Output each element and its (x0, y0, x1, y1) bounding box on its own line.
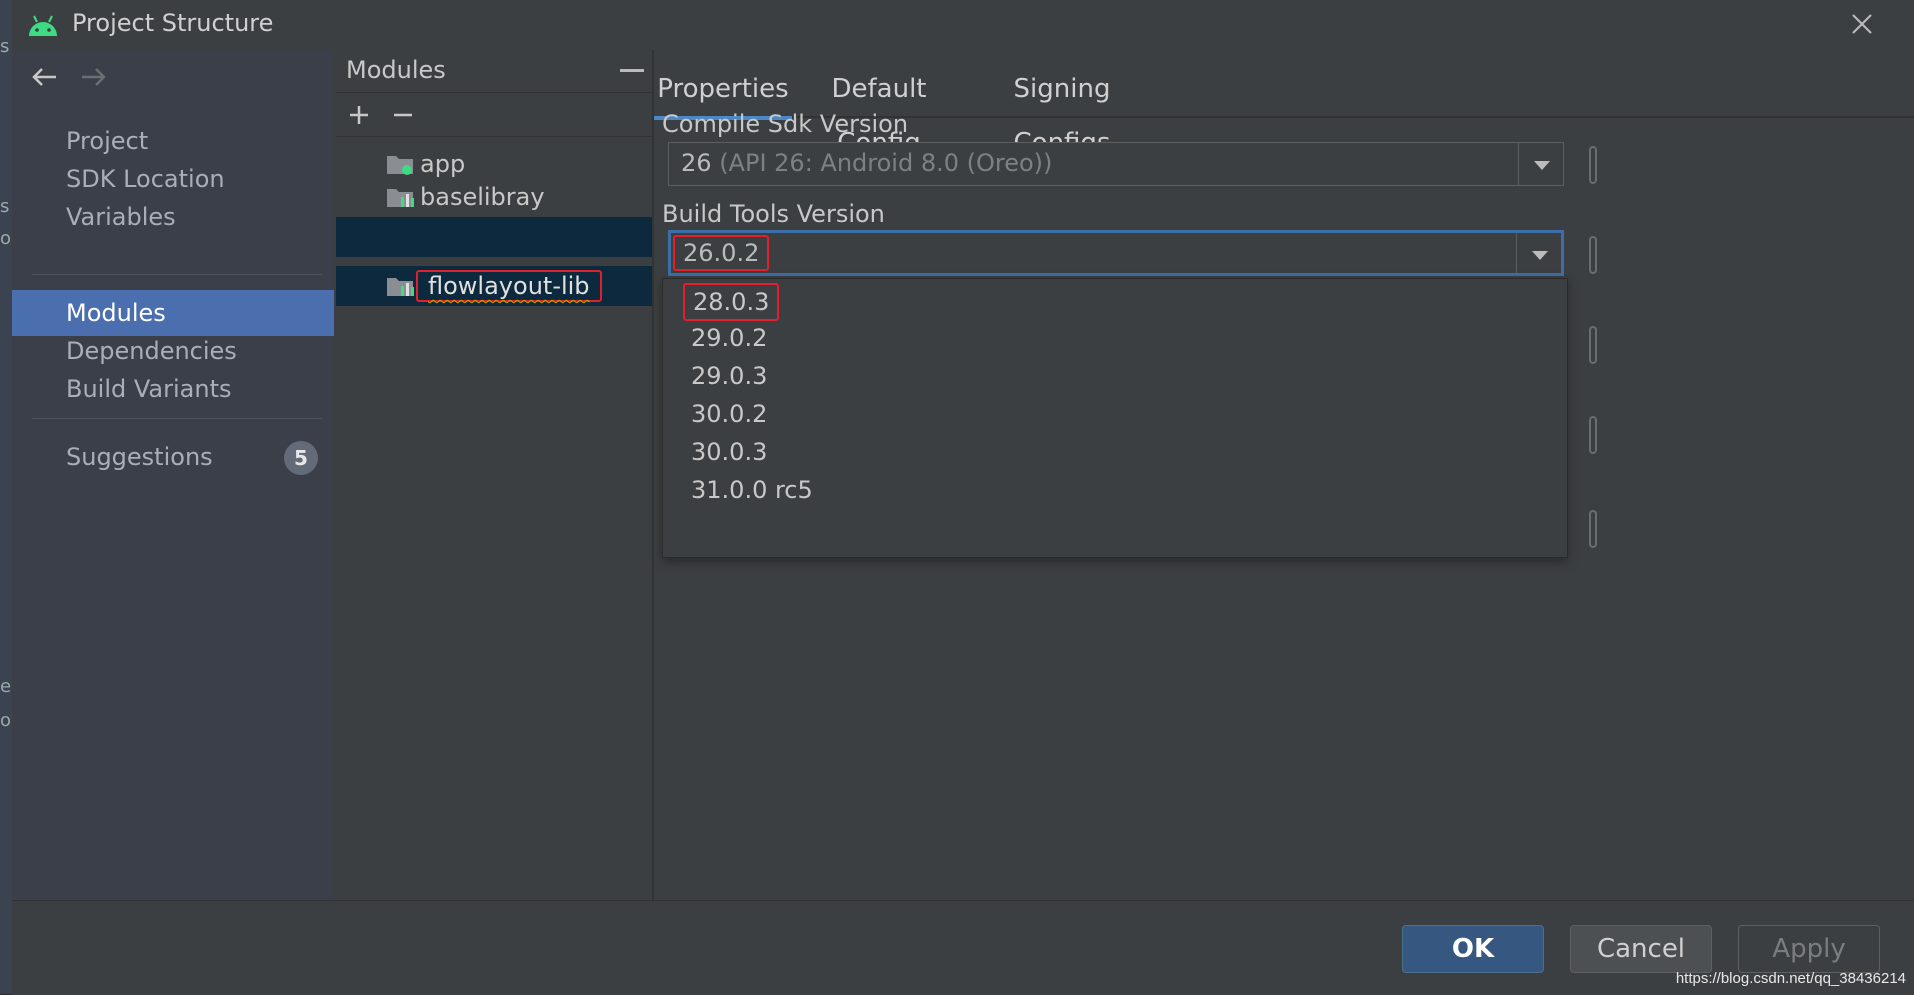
collapse-icon[interactable] (620, 69, 644, 72)
module-name: flowlayout-lib (416, 270, 602, 302)
compile-sdk-edit-handle[interactable] (1589, 146, 1597, 184)
build-tools-option[interactable]: 29.0.3 (683, 359, 775, 393)
dialog-title: Project Structure (72, 9, 274, 37)
library-module-folder-icon (387, 278, 414, 296)
build-tools-option[interactable]: 29.0.2 (683, 321, 775, 355)
build-tools-combobox[interactable]: 26.0.2 (668, 230, 1564, 276)
tab-default-config[interactable]: Default Config (804, 62, 954, 158)
build-tools-option[interactable]: 31.0.0 rc5 (683, 473, 821, 507)
module-item-flowlayout-lib[interactable] (336, 217, 652, 257)
project-structure-dialog: Project Structure Project SDK Location V… (12, 0, 1914, 994)
build-tools-edit-handle[interactable] (1589, 236, 1597, 274)
sidebar-item-build-variants[interactable]: Build Variants (12, 366, 334, 412)
ok-button[interactable]: OK (1402, 925, 1544, 973)
watermark: https://blog.csdn.net/qq_38436214 (1675, 970, 1906, 987)
compile-sdk-label: Compile Sdk Version (662, 110, 909, 138)
sidebar-item-variables[interactable]: Variables (12, 194, 334, 240)
sidebar-item-suggestions[interactable]: Suggestions 5 (12, 434, 334, 480)
apply-button[interactable]: Apply (1738, 925, 1880, 973)
modules-header-label: Modules (346, 56, 446, 84)
build-tools-option[interactable]: 30.0.2 (683, 397, 775, 431)
compile-sdk-number: 26 (681, 149, 712, 177)
modules-header: Modules (336, 50, 652, 93)
cancel-button[interactable]: Cancel (1570, 925, 1712, 973)
chevron-down-icon[interactable] (1518, 143, 1563, 185)
field-edit-handle[interactable] (1589, 416, 1597, 454)
tab-bar: Properties Default Config Signing Config… (654, 50, 1914, 158)
field-edit-handle[interactable] (1589, 326, 1597, 364)
modules-toolbar (336, 94, 652, 137)
library-module-folder-icon (387, 189, 414, 207)
compile-sdk-hint: (API 26: Android 8.0 (Oreo)) (719, 149, 1053, 177)
compile-sdk-value: 26 (API 26: Android 8.0 (Oreo)) (681, 149, 1052, 177)
build-tools-dropdown-list: 28.0.3 29.0.2 29.0.3 30.0.2 30.0.3 31.0.… (662, 278, 1568, 558)
close-icon[interactable] (1848, 10, 1876, 38)
background-window-edge: s s o e o (0, 0, 12, 994)
chevron-down-icon[interactable] (1516, 233, 1561, 273)
module-item-flowlayout-lib-row[interactable]: flowlayout-lib (336, 266, 652, 306)
suggestions-count-badge: 5 (284, 441, 318, 475)
android-icon (29, 15, 57, 36)
back-arrow-icon[interactable] (28, 62, 62, 92)
field-edit-handle[interactable] (1589, 510, 1597, 548)
title-bar: Project Structure (12, 0, 1914, 50)
app-module-folder-icon (387, 156, 413, 175)
sidebar-divider (32, 274, 322, 275)
forward-arrow-icon[interactable] (76, 62, 110, 92)
properties-panel: Properties Default Config Signing Config… (654, 50, 1914, 900)
add-module-icon[interactable] (344, 100, 374, 130)
remove-module-icon[interactable] (388, 100, 418, 130)
suggestions-label: Suggestions (66, 443, 213, 471)
build-tools-option[interactable]: 28.0.3 (683, 283, 780, 321)
sidebar-divider (32, 418, 322, 419)
build-tools-option[interactable]: 30.0.3 (683, 435, 775, 469)
sidebar: Project SDK Location Variables Modules D… (12, 50, 334, 900)
dialog-footer: OK Cancel Apply https://blog.csdn.net/qq… (12, 900, 1914, 995)
modules-panel: Modules app baselibray (336, 50, 654, 900)
build-tools-value[interactable]: 26.0.2 (673, 235, 770, 271)
tab-signing-configs[interactable]: Signing Configs (980, 62, 1144, 158)
build-tools-label: Build Tools Version (662, 200, 885, 228)
compile-sdk-combobox[interactable]: 26 (API 26: Android 8.0 (Oreo)) (668, 142, 1564, 186)
